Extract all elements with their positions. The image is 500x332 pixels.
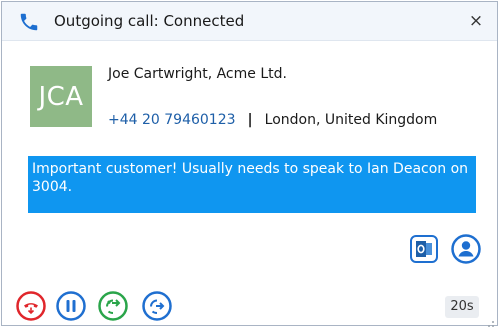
outlook-icon[interactable] xyxy=(410,235,438,263)
contact-location: London, United Kingdom xyxy=(264,112,438,128)
pause-icon[interactable] xyxy=(56,291,86,321)
call-window: Outgoing call: Connected × JCA Joe Cartw… xyxy=(1,1,498,327)
contact-name: Joe Cartwright, Acme Ltd. xyxy=(108,66,287,82)
contact-details: +44 20 79460123 | London, United Kingdom xyxy=(108,112,437,128)
separator: | xyxy=(247,112,253,128)
call-duration: 20s xyxy=(445,296,479,318)
window-title: Outgoing call: Connected xyxy=(54,12,245,30)
call-controls-bar: 20s xyxy=(2,285,497,327)
phone-number-link[interactable]: +44 20 79460123 xyxy=(108,112,236,128)
hangup-icon[interactable] xyxy=(16,291,46,321)
resize-grip-icon[interactable] xyxy=(485,313,495,327)
attended-transfer-icon[interactable] xyxy=(98,291,128,321)
title-bar: Outgoing call: Connected × xyxy=(2,2,497,41)
blind-transfer-icon[interactable] xyxy=(142,291,172,321)
avatar: JCA xyxy=(30,66,92,127)
contact-note: Important customer! Usually needs to spe… xyxy=(28,156,476,213)
close-button[interactable]: × xyxy=(463,8,489,34)
phone-icon xyxy=(18,11,40,33)
contact-card-icon[interactable] xyxy=(451,234,481,264)
